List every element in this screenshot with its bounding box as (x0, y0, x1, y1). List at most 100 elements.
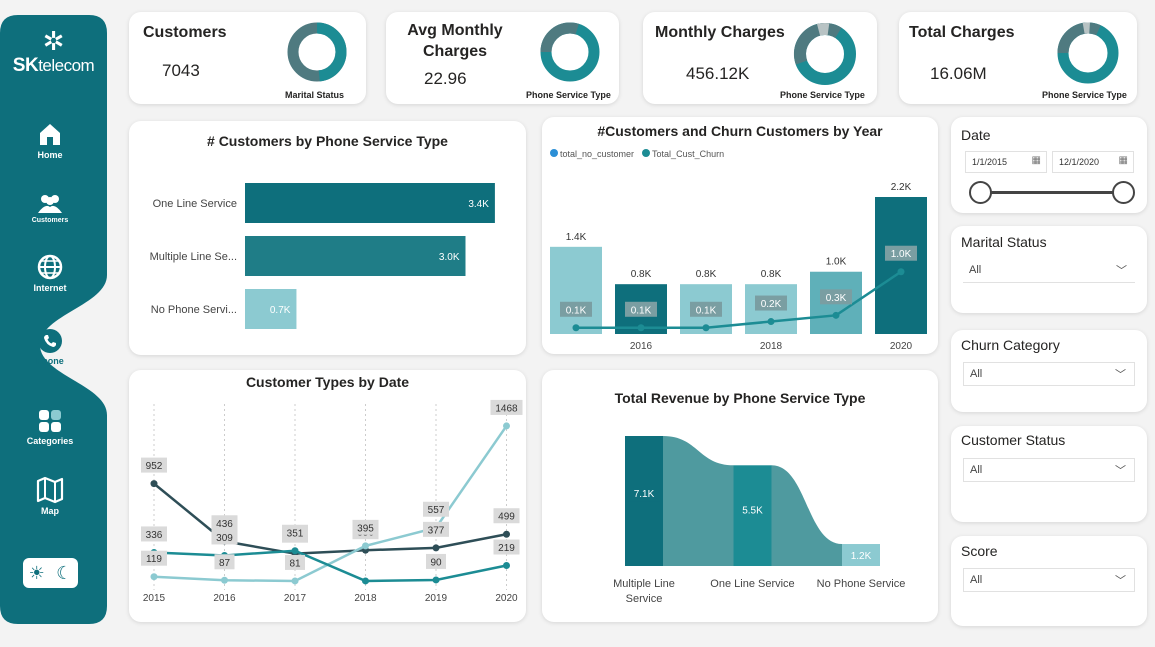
line-point[interactable] (702, 324, 710, 332)
score-dropdown[interactable]: All ﹀ (963, 568, 1135, 592)
moon-icon[interactable]: ☾ (56, 563, 72, 584)
x-tick-label: 2016 (213, 593, 236, 604)
horizontal-bar-chart[interactable]: One Line Service 3.4K Multiple Line Se... 3… (129, 121, 526, 355)
chart-card-customers-by-phone-service: # Customers by Phone Service Type One Li… (129, 121, 526, 355)
line-point[interactable] (503, 422, 510, 430)
donut-label: Marital Status (285, 90, 345, 100)
point-data-label: 119 (146, 554, 162, 565)
line-data-label: 0.3K (826, 293, 847, 304)
logo-mark-icon: ✲ (42, 26, 65, 56)
series-line[interactable] (153, 549, 507, 583)
nav-item-phone[interactable]: Phone (28, 328, 72, 366)
nav-item-categories[interactable]: Categories (0, 408, 100, 446)
customer-status-dropdown[interactable]: All ﹀ (963, 458, 1135, 482)
nav-item-map[interactable]: Map (0, 476, 100, 516)
sun-icon[interactable]: ☀ (29, 563, 45, 584)
data-label: 7.1K (634, 489, 655, 500)
donut-label: Phone Service Type (526, 90, 611, 100)
calendar-icon[interactable]: ▦ (1032, 155, 1041, 166)
kpi-donut-chart[interactable] (1055, 20, 1121, 86)
line-point[interactable] (150, 573, 158, 581)
date-start-input[interactable]: 1/1/2015 ▦ (965, 151, 1047, 173)
home-icon (40, 124, 60, 145)
line-point[interactable] (767, 318, 775, 326)
line-point[interactable] (503, 530, 510, 538)
category-label: One Line Service (710, 578, 794, 590)
kpi-card-total-charges: Total Charges 16.06M Phone Service Type (899, 12, 1137, 104)
line-point[interactable] (221, 576, 228, 584)
nav-item-internet[interactable]: Internet (0, 253, 100, 293)
globe-icon (37, 254, 63, 280)
bar[interactable] (550, 246, 602, 334)
line-point[interactable] (897, 268, 905, 276)
series-line[interactable] (153, 425, 508, 583)
combo-bar-line-chart[interactable]: 1.4K 0.8K 2016 0.8K 0.8K 2018 1.0K 2.2K 2020 0.1K… (542, 117, 938, 354)
logo-text: SKtelecom (12, 55, 95, 76)
phone-icon (38, 329, 62, 353)
multi-line-chart[interactable]: 2015201620172018201920209524363253563774… (129, 370, 526, 622)
line-point[interactable] (432, 544, 440, 552)
line-point[interactable] (572, 324, 580, 332)
kpi-donut-chart[interactable] (538, 20, 602, 84)
date-end-input[interactable]: 12/1/2020 ▦ (1052, 151, 1134, 173)
slicer-title: Date (961, 127, 991, 143)
category-label: Multiple Line (613, 578, 675, 590)
point-data-label: 81 (289, 558, 301, 569)
ribbon-connector[interactable] (771, 465, 843, 566)
data-label: 1.2K (851, 551, 872, 562)
kpi-value: 456.12K (686, 64, 750, 83)
line-point[interactable] (832, 311, 840, 319)
line-point[interactable] (291, 547, 299, 555)
date-range-track[interactable] (980, 191, 1124, 194)
kpi-card-customers: Customers 7043 Marital Status (129, 12, 366, 104)
line-point[interactable] (291, 577, 299, 585)
x-tick-label: 2018 (760, 341, 783, 352)
nav-item-customers[interactable]: Customers (0, 193, 100, 224)
line-point[interactable] (432, 576, 440, 584)
churn-category-dropdown[interactable]: All ﹀ (963, 362, 1135, 386)
bar[interactable] (245, 183, 495, 223)
category-label: One Line Service (153, 198, 237, 210)
slicer-title: Churn Category (961, 337, 1060, 353)
marital-status-dropdown[interactable]: All ﹀ (963, 259, 1135, 283)
slicer-title: Score (961, 543, 998, 559)
x-tick-label: 2015 (143, 593, 166, 604)
line-point[interactable] (150, 480, 158, 488)
kpi-title: Avg Monthly Charges (407, 22, 503, 60)
line-point[interactable] (362, 577, 369, 585)
bar[interactable] (875, 197, 927, 334)
ribbon-connector[interactable] (663, 436, 734, 566)
line-point[interactable] (362, 542, 369, 550)
point-data-label: 90 (430, 557, 442, 568)
line-point[interactable] (637, 324, 645, 332)
data-label: 0.7K (270, 305, 291, 316)
ribbon-chart[interactable]: 7.1K Multiple Line Service 5.5K One Line Ser… (542, 370, 938, 622)
calendar-icon[interactable]: ▦ (1119, 155, 1128, 166)
slicer-title: Marital Status (961, 234, 1047, 250)
kpi-card-monthly-charges: Monthly Charges 456.12K Phone Service Ty… (643, 12, 877, 104)
data-label: 3.4K (468, 199, 489, 210)
theme-toggle[interactable]: ☀ ☾ (23, 558, 78, 588)
kpi-donut-chart[interactable] (791, 20, 859, 88)
kpi-card-avg-monthly-charges: Avg Monthly Charges 22.96 Phone Service T… (386, 12, 619, 104)
company-logo: ✲ SKtelecom (0, 27, 107, 77)
sidebar-background (0, 15, 107, 624)
kpi-value: 22.96 (424, 69, 467, 88)
point-data-label: 219 (498, 543, 515, 554)
date-range-end-handle[interactable] (1112, 181, 1135, 204)
category-label: No Phone Service (817, 578, 906, 590)
kpi-donut-chart[interactable] (285, 20, 349, 84)
x-tick-label: 2019 (425, 593, 448, 604)
map-icon (36, 476, 64, 504)
chevron-down-icon: ﹀ (1115, 575, 1126, 587)
category-label: Service (626, 593, 663, 605)
point-data-label: 87 (219, 558, 231, 569)
slicer-score: Score All ﹀ (951, 536, 1147, 626)
bar[interactable] (245, 236, 466, 276)
date-range-start-handle[interactable] (969, 181, 992, 204)
kpi-title: Monthly Charges (655, 24, 785, 41)
series-line[interactable] (153, 482, 507, 555)
nav-item-home[interactable]: Home (0, 120, 100, 160)
chevron-down-icon: ﹀ (1115, 465, 1126, 477)
line-point[interactable] (503, 562, 510, 570)
